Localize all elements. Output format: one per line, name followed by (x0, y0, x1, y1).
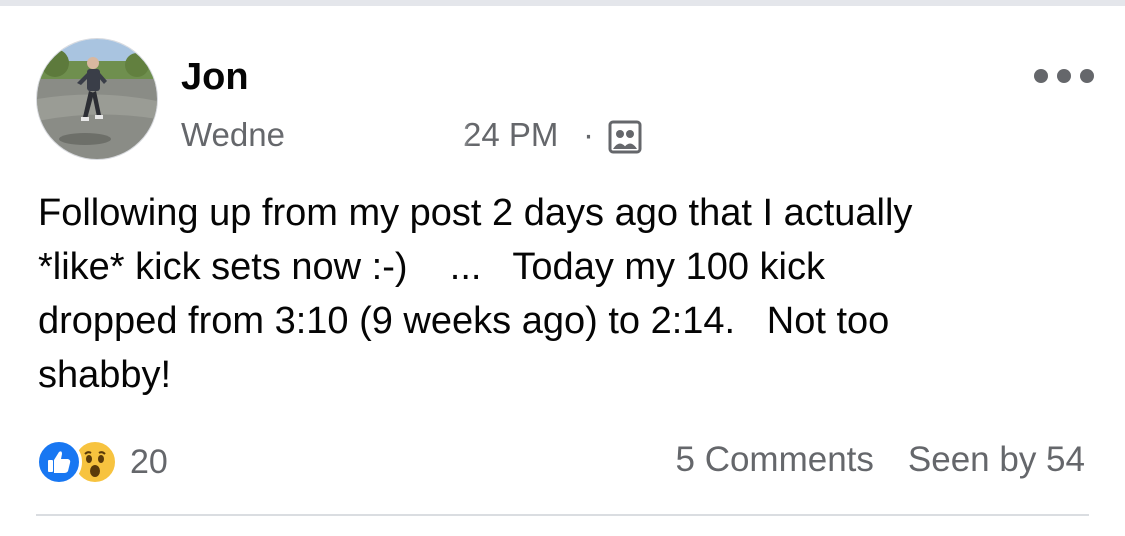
redacted-date-blur (290, 118, 462, 154)
timestamp-start[interactable]: Wedne (181, 116, 285, 154)
timestamp-end[interactable]: 24 PM (463, 116, 558, 154)
footer-divider (36, 514, 1089, 516)
friends-group-icon[interactable] (608, 120, 642, 154)
more-dot (1080, 69, 1094, 83)
post-body-text: Following up from my post 2 days ago tha… (38, 192, 913, 396)
author-avatar[interactable] (36, 38, 158, 160)
redacted-name-blur (268, 64, 428, 104)
seen-by-link[interactable]: Seen by 54 (908, 440, 1085, 480)
reaction-count: 20 (130, 442, 168, 481)
like-icon (36, 439, 82, 485)
author-name[interactable]: Jon (181, 56, 249, 99)
reactions-summary[interactable]: 20 (36, 438, 168, 486)
more-dot (1034, 69, 1048, 83)
more-options-icon[interactable] (1034, 58, 1094, 94)
comments-count-link[interactable]: 5 Comments (676, 440, 874, 480)
post-stats: 5 Comments Seen by 54 (676, 440, 1086, 480)
more-dot (1057, 69, 1071, 83)
meta-separator: · (583, 116, 594, 153)
avatar-photo (37, 39, 157, 159)
